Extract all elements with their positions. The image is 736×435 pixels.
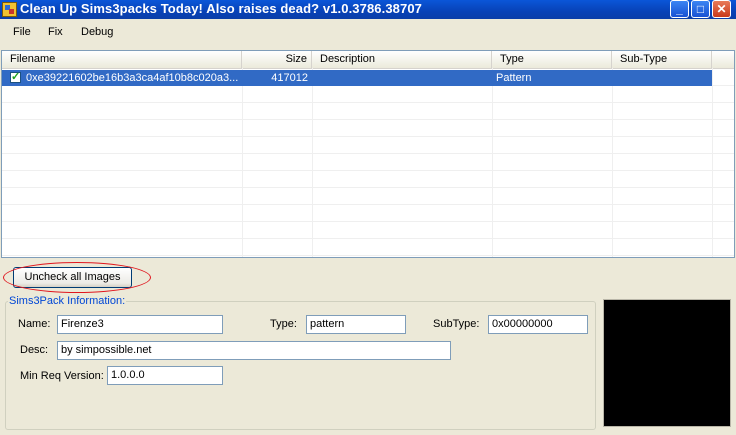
empty-row (2, 120, 734, 137)
close-button[interactable]: ✕ (712, 0, 731, 18)
empty-row (2, 188, 734, 205)
app-icon[interactable] (2, 2, 17, 17)
table-row[interactable]: ✓ 0xe39221602be16b3a3ca4af10b8c020a3... … (2, 70, 712, 86)
empty-row (2, 239, 734, 256)
empty-row (2, 86, 734, 103)
menu-bar: File Fix Debug (0, 20, 736, 45)
min-req-version-field[interactable]: 1.0.0.0 (107, 366, 223, 385)
group-title: Sims3Pack Information: (8, 295, 127, 307)
uncheck-all-images-button[interactable]: Uncheck all Images (13, 267, 132, 288)
menu-debug[interactable]: Debug (81, 26, 113, 38)
empty-row (2, 205, 734, 222)
cell-size: 417012 (271, 72, 308, 84)
row-checkbox[interactable]: ✓ (10, 72, 21, 83)
empty-row (2, 103, 734, 120)
type-label: Type: (270, 318, 297, 330)
list-header: Filename Size Description Type Sub-Type (2, 51, 734, 69)
column-description[interactable]: Description (312, 51, 492, 68)
maximize-button[interactable]: □ (691, 0, 710, 18)
name-field[interactable]: Firenze3 (57, 315, 223, 334)
column-filename[interactable]: Filename (2, 51, 242, 68)
subtype-label: SubType: (433, 318, 480, 330)
subtype-field[interactable]: 0x00000000 (488, 315, 588, 334)
name-label: Name: (18, 318, 51, 330)
column-size[interactable]: Size (242, 51, 312, 68)
cell-type: Pattern (496, 72, 532, 84)
desc-field[interactable]: by simpossible.net (57, 341, 451, 360)
min-req-version-label: Min Req Version: (20, 370, 104, 382)
empty-row (2, 137, 734, 154)
column-type[interactable]: Type (492, 51, 612, 68)
cell-filename: 0xe39221602be16b3a3ca4af10b8c020a3... (26, 72, 239, 84)
empty-row (2, 171, 734, 188)
file-list[interactable]: Filename Size Description Type Sub-Type … (1, 50, 735, 258)
menu-file[interactable]: File (13, 26, 31, 38)
column-subtype[interactable]: Sub-Type (612, 51, 712, 68)
menu-fix[interactable]: Fix (48, 26, 63, 38)
empty-row (2, 222, 734, 239)
title-bar[interactable]: Clean Up Sims3packs Today! Also raises d… (0, 0, 736, 19)
desc-label: Desc: (20, 344, 49, 356)
window-title: Clean Up Sims3packs Today! Also raises d… (20, 1, 422, 16)
empty-row (2, 154, 734, 171)
minimize-button[interactable]: _ (670, 0, 689, 18)
thumbnail-preview (603, 299, 731, 427)
type-field[interactable]: pattern (306, 315, 406, 334)
